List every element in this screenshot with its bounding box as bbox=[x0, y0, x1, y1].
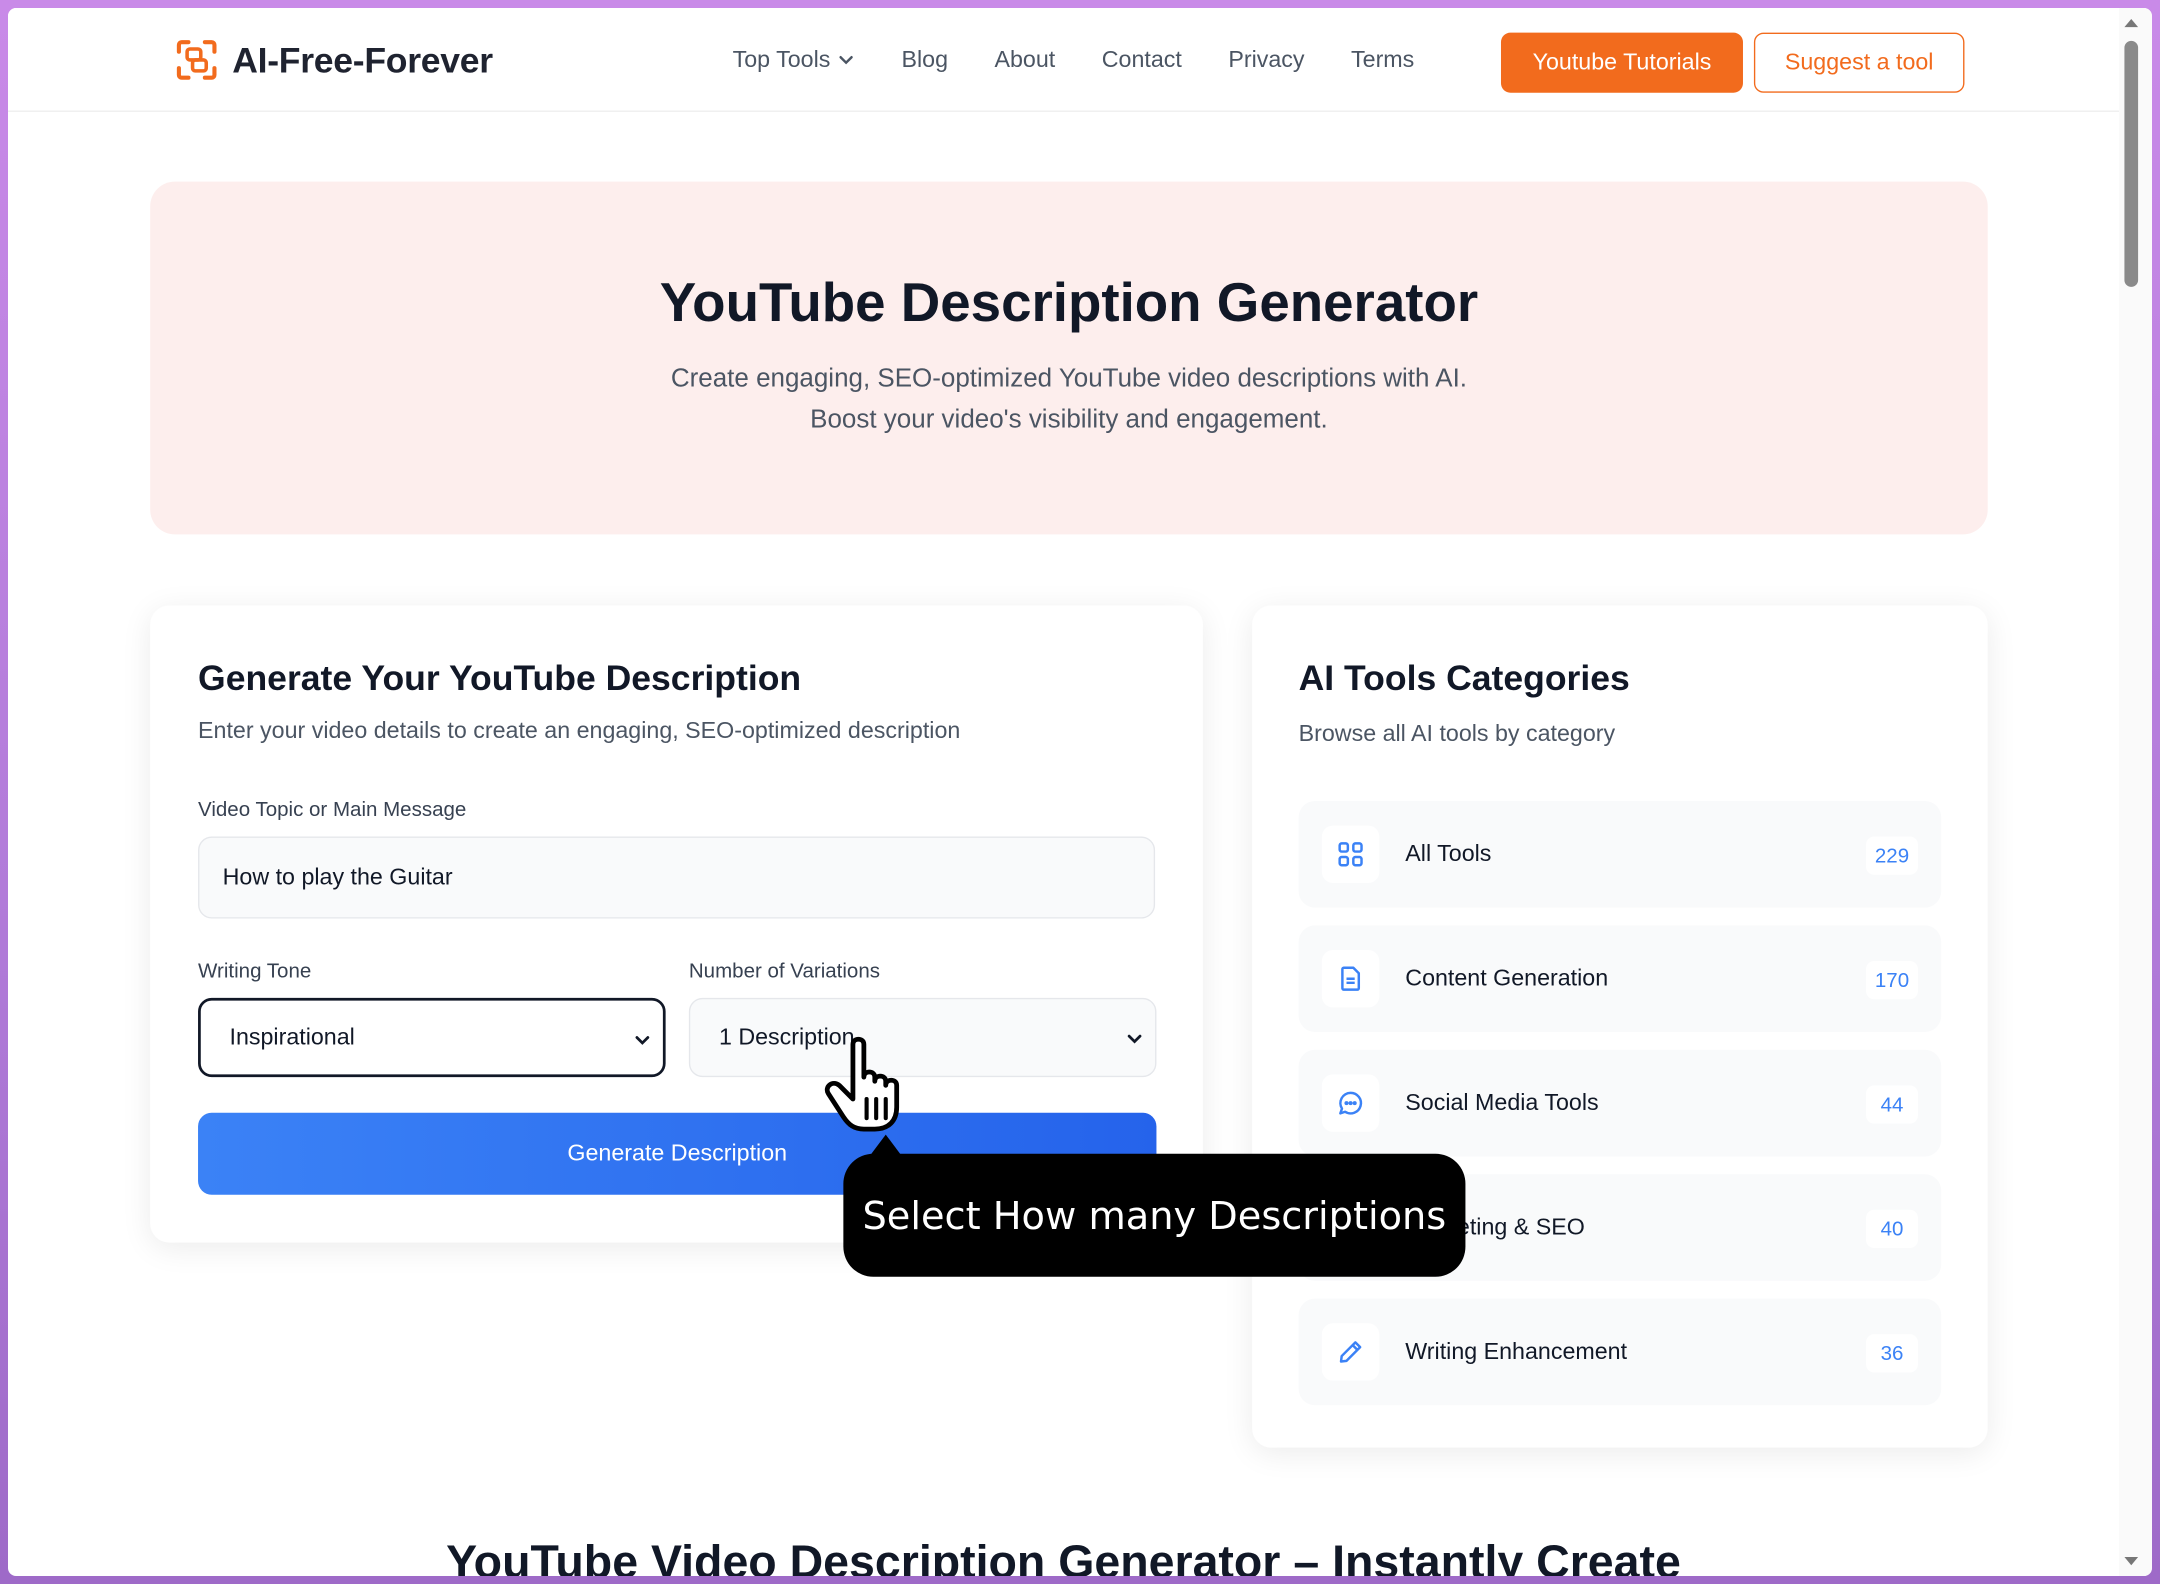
categories-title: AI Tools Categories bbox=[1298, 657, 1630, 699]
category-list: All Tools 229 Content Generation 170 Soc… bbox=[1298, 800, 1942, 1423]
page-content: AI-Free-Forever Top Tools Blog About Con… bbox=[8, 8, 2152, 1576]
site-logo[interactable]: AI-Free-Forever bbox=[175, 38, 493, 82]
nav-about[interactable]: About bbox=[994, 46, 1055, 73]
categories-card: AI Tools Categories Browse all AI tools … bbox=[1252, 605, 1988, 1448]
generator-form-card: Generate Your YouTube Description Enter … bbox=[150, 605, 1203, 1243]
variations-label: Number of Variations bbox=[688, 959, 880, 983]
page-title: YouTube Description Generator bbox=[659, 273, 1479, 334]
form-title: Generate Your YouTube Description bbox=[198, 657, 802, 699]
site-header: AI-Free-Forever Top Tools Blog About Con… bbox=[8, 8, 2119, 112]
writing-tone-value: Inspirational bbox=[229, 1023, 355, 1050]
logo-text: AI-Free-Forever bbox=[232, 38, 493, 80]
category-label: All Tools bbox=[1405, 840, 1492, 867]
grid-icon bbox=[1321, 825, 1380, 884]
browser-viewport: AI-Free-Forever Top Tools Blog About Con… bbox=[8, 8, 2152, 1576]
category-content-generation[interactable]: Content Generation 170 bbox=[1298, 925, 1942, 1033]
category-count: 170 bbox=[1866, 960, 1918, 1000]
chevron-down-icon bbox=[838, 55, 853, 65]
chat-icon bbox=[1321, 1074, 1380, 1132]
category-social-media[interactable]: Social Media Tools 44 bbox=[1298, 1049, 1942, 1157]
category-count: 36 bbox=[1866, 1334, 1918, 1373]
tone-label: Writing Tone bbox=[198, 959, 312, 983]
scroll-up-arrow-icon[interactable] bbox=[2124, 18, 2139, 28]
document-icon bbox=[1321, 950, 1380, 1008]
scrollbar-thumb[interactable] bbox=[2124, 40, 2139, 287]
category-all-tools[interactable]: All Tools 229 bbox=[1298, 800, 1942, 908]
chevron-down-icon bbox=[1127, 1034, 1142, 1044]
nav-blog[interactable]: Blog bbox=[901, 46, 948, 73]
category-count: 44 bbox=[1866, 1085, 1918, 1124]
chevron-down-icon bbox=[635, 1036, 650, 1045]
suggest-tool-button[interactable]: Suggest a tool bbox=[1753, 32, 1965, 93]
category-count: 40 bbox=[1866, 1209, 1918, 1249]
category-count: 229 bbox=[1866, 836, 1918, 875]
nav-terms[interactable]: Terms bbox=[1351, 46, 1414, 73]
hero-subtitle: Create engaging, SEO-optimized YouTube v… bbox=[150, 359, 1988, 441]
pencil-icon bbox=[1321, 1323, 1380, 1381]
youtube-tutorials-button[interactable]: Youtube Tutorials bbox=[1500, 32, 1743, 93]
hand-cursor-icon bbox=[824, 1036, 900, 1132]
nav-top-tools-label: Top Tools bbox=[732, 46, 831, 73]
logo-icon bbox=[176, 40, 217, 80]
section-heading: YouTube Video Description Generator – In… bbox=[446, 1536, 1681, 1576]
topic-label: Video Topic or Main Message bbox=[198, 798, 467, 822]
nav-privacy[interactable]: Privacy bbox=[1228, 46, 1304, 73]
main-nav: Top Tools Blog About Contact Privacy Ter… bbox=[733, 46, 1461, 73]
video-topic-input[interactable]: How to play the Guitar bbox=[198, 836, 1156, 919]
writing-tone-select[interactable]: Inspirational bbox=[198, 997, 666, 1078]
hero-subtitle-line2: Boost your video's visibility and engage… bbox=[810, 405, 1328, 435]
categories-subtitle: Browse all AI tools by category bbox=[1298, 720, 1616, 747]
form-subtitle: Enter your video details to create an en… bbox=[198, 717, 961, 744]
category-label: Social Media Tools bbox=[1405, 1089, 1599, 1116]
hero-banner: YouTube Description Generator Create eng… bbox=[150, 181, 1988, 535]
category-writing-enhancement[interactable]: Writing Enhancement 36 bbox=[1298, 1298, 1942, 1406]
nav-contact[interactable]: Contact bbox=[1102, 46, 1182, 73]
hero-subtitle-line1: Create engaging, SEO-optimized YouTube v… bbox=[670, 364, 1468, 394]
tutorial-tooltip: Select How many Descriptions bbox=[843, 1153, 1466, 1277]
scroll-down-arrow-icon[interactable] bbox=[2124, 1557, 2139, 1566]
category-label: Writing Enhancement bbox=[1405, 1338, 1628, 1365]
nav-top-tools[interactable]: Top Tools bbox=[733, 46, 855, 73]
category-label: Content Generation bbox=[1405, 965, 1609, 992]
